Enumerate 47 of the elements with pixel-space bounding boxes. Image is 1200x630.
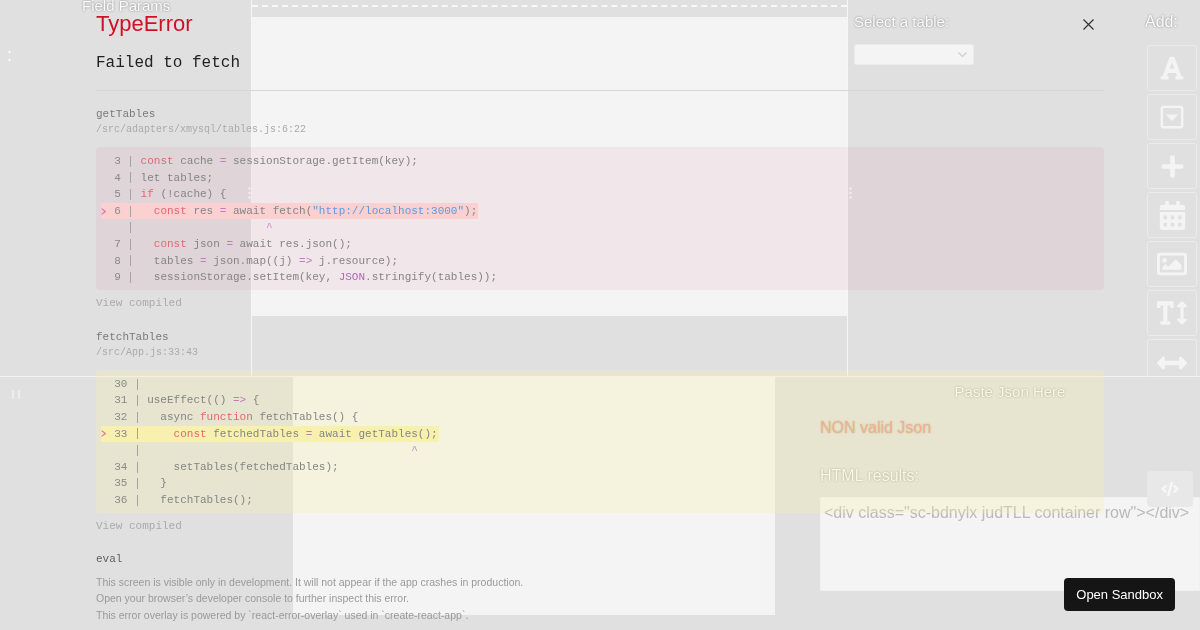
code-text: tables = json.map((j) => j.resource); xyxy=(152,253,399,269)
line-number: 32 xyxy=(114,410,128,425)
line-number: 35 xyxy=(114,476,128,492)
code-text: useEffect(() => { xyxy=(147,393,260,409)
file-location: /src/adapters/xmysql/tables.js:6:22 xyxy=(96,123,307,137)
error-caret: ^ xyxy=(411,443,418,459)
pointer-icon xyxy=(101,430,106,438)
table-select[interactable] xyxy=(854,44,974,65)
open-sandbox-button[interactable]: Open Sandbox xyxy=(1064,578,1175,611)
line-number: 5 xyxy=(114,187,121,203)
error-message: Failed to fetch xyxy=(96,53,241,73)
function-name: fetchTables xyxy=(96,329,169,344)
line-number: 8 xyxy=(114,253,121,269)
footer-note: Open your browser’s developer console to further inspect this error. xyxy=(96,591,410,606)
line-number: 6 xyxy=(114,203,121,219)
error-title: TypeError xyxy=(96,13,193,35)
error-caret: ^ xyxy=(266,220,273,236)
close-button[interactable] xyxy=(1082,18,1094,30)
footer-note: This error overlay is powered by `react-error-overlay` used in `create-react-app`. xyxy=(96,607,469,623)
code-text: sessionStorage.setItem(key, JSON.stringify(tables)); xyxy=(152,270,498,286)
line-number: 30 xyxy=(114,376,128,392)
pointer-icon xyxy=(101,207,106,215)
line-number: 7 xyxy=(114,237,121,252)
code-text: const fetchedTables = await getTables(); xyxy=(172,426,438,442)
line-number: 34 xyxy=(114,459,128,475)
line-number: 31 xyxy=(114,393,128,409)
code-text: fetchTables(); xyxy=(159,492,253,508)
line-number: 3 xyxy=(114,154,121,170)
line-number: 36 xyxy=(114,492,128,508)
footer-note: This screen is visible only in development. It will not appear if the app crashes in production. xyxy=(96,574,524,590)
code-text: } xyxy=(159,476,167,492)
code-text: setTables(fetchedTables); xyxy=(172,459,339,475)
line-number: 4 xyxy=(114,170,121,186)
code-text: async function fetchTables() { xyxy=(159,410,359,425)
function-name: getTables xyxy=(96,107,156,121)
code-text: let tables; xyxy=(140,170,214,186)
line-number: 9 xyxy=(114,270,121,286)
function-name: eval xyxy=(96,551,123,566)
chevron-down-icon xyxy=(958,52,967,57)
code-text: const cache = sessionStorage.getItem(key); xyxy=(140,154,418,170)
close-icon xyxy=(1082,18,1094,30)
code-text: const res = await fetch("http://localhost:3000"); xyxy=(152,203,478,219)
code-text: if (!cache) { xyxy=(140,187,227,203)
code-text: const json = await res.json(); xyxy=(152,237,352,252)
validation-message: NON valid Json xyxy=(820,419,932,437)
html-results-field[interactable]: <div class="sc-bdnylx judTLL container row"></div> xyxy=(820,497,1200,591)
line-number: 33 xyxy=(114,426,128,442)
